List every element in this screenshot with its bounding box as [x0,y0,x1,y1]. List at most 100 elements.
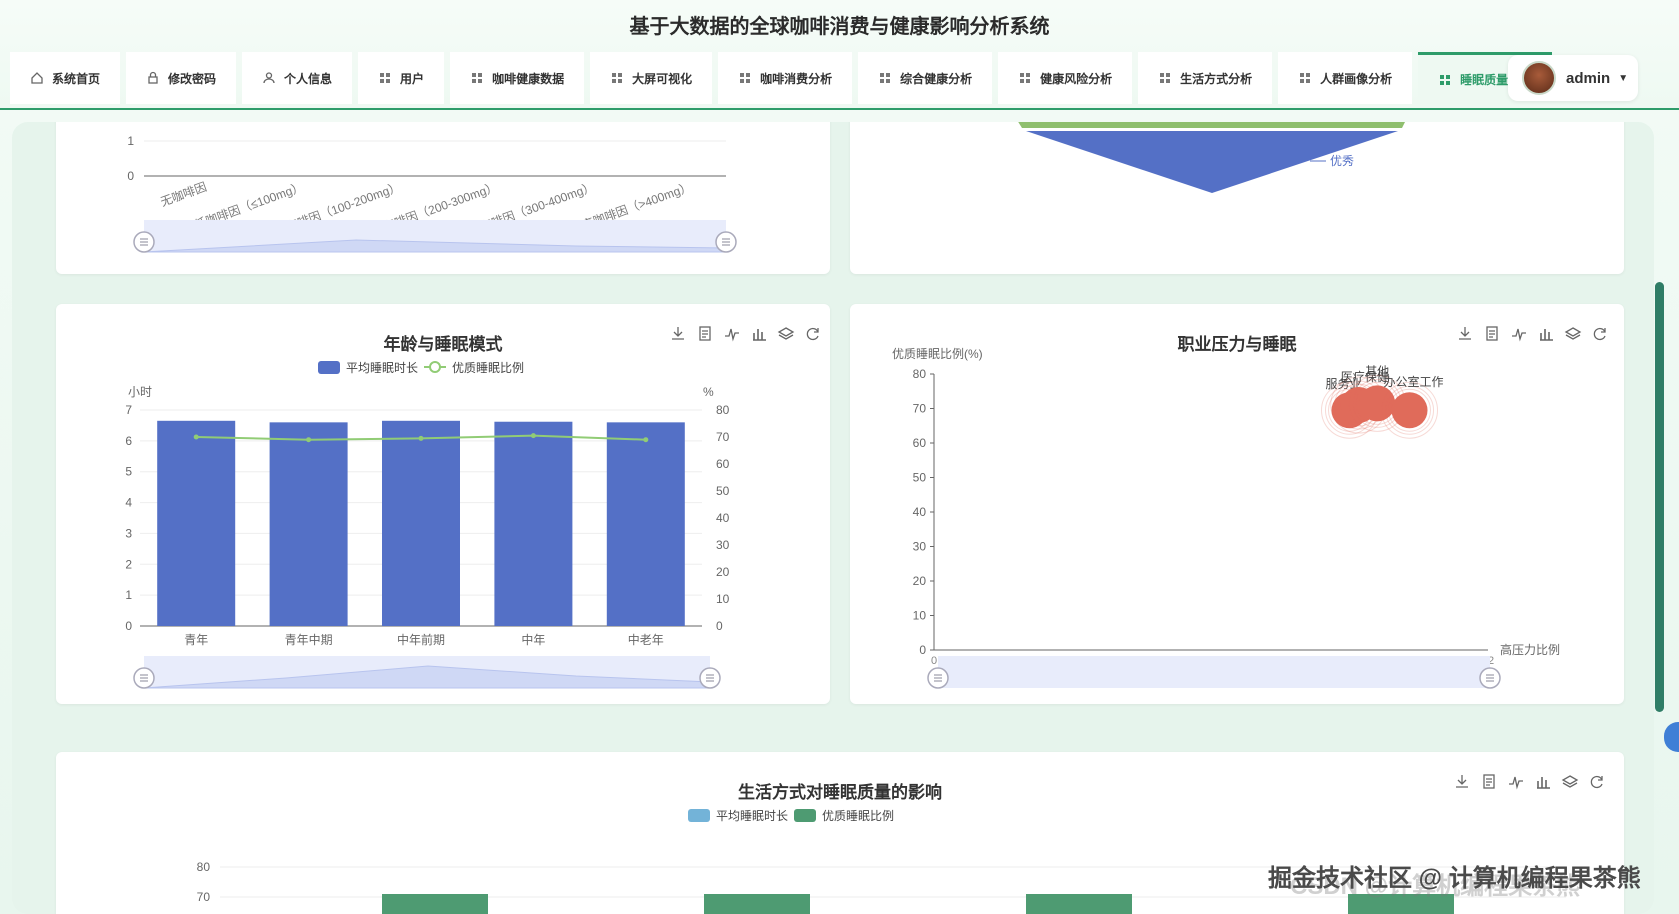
x-tick-label: 中年前期 [397,632,445,647]
x-tick-label: 青年中期 [285,632,333,647]
lifestyle-sleep-title: 生活方式对睡眠质量的影响 [738,783,942,802]
slider-handle-left[interactable] [133,231,155,253]
top-bar: 基于大数据的全球咖啡消费与健康影响分析系统 系统首页 修改密码 个人信息 用户 咖啡健康… [0,0,1679,110]
legend-label: 平均睡眠时长 [716,809,788,823]
grid-icon [880,73,891,83]
y-tick-label: 40 [913,505,927,519]
bar [157,420,236,626]
y-axis-title-left: 小时 [128,385,152,399]
funnel-chart: 优秀 [1018,122,1405,193]
slider-handle-right[interactable] [699,667,721,689]
lock-icon [148,71,158,84]
y-tick-label-right: 50 [716,484,730,498]
avatar [1522,61,1556,95]
x-tick-label: 0 [931,655,937,667]
download-icon[interactable] [1452,772,1479,792]
bar [269,422,348,626]
bar-switch-icon[interactable] [1536,324,1563,344]
y-tick-label-left: 3 [125,526,132,540]
y-tick-label: 70 [197,890,211,904]
datazoom-slider [938,656,1490,688]
tab-label: 用户 [400,71,425,86]
chart-toolbox [668,324,830,344]
stack-icon[interactable] [776,324,803,344]
tab-label: 咖啡消费分析 [760,71,833,86]
y-tick-label-right: 80 [716,403,730,417]
tab-3[interactable]: 用户 [358,52,445,104]
slider-handle-left[interactable] [133,667,155,689]
y-tick-label-right: 40 [716,511,730,525]
slider-handle-right[interactable] [715,231,737,253]
tab-5[interactable]: 大屏可视化 [590,52,713,104]
stack-icon[interactable] [1563,324,1590,344]
data-view-icon[interactable] [1479,772,1506,792]
tab-9[interactable]: 生活方式分析 [1138,52,1273,104]
y-tick-label-right: 0 [716,619,723,633]
tab-6[interactable]: 咖啡消费分析 [718,52,853,104]
bar [704,894,810,914]
occupation-stress-chart: 优质睡眠比例(%)高压力比例01020304050607080024681012… [892,347,1560,689]
tab-1[interactable]: 修改密码 [126,52,237,104]
bar [382,894,488,914]
funnel-label: 优秀 [1330,154,1354,168]
y-tick-label-right: 30 [716,538,730,552]
data-view-icon[interactable] [1482,324,1509,344]
line-switch-icon[interactable] [1506,772,1533,792]
chevron-down-icon: ▼ [1618,72,1629,84]
slider-handle-right[interactable] [1479,667,1501,689]
line-point [643,437,649,443]
x-tick-label: 青年 [184,633,208,647]
bar-switch-icon[interactable] [749,324,776,344]
scatter-point [1391,392,1428,429]
home-icon [31,72,43,84]
grid-icon [1160,73,1171,83]
y-tick-label-right: 20 [716,565,730,579]
bar [606,422,685,626]
y-tick-label-left: 1 [125,588,132,602]
legend-swatch [429,361,441,373]
tab-7[interactable]: 综合健康分析 [858,52,993,104]
caffeine-chart-card: 0 1 无咖啡因 低咖啡因（≤100mg） 中低咖啡因（100-200mg） 中等咖啡因（… [56,122,830,274]
page-scrollbar[interactable] [1655,282,1664,712]
line-switch-icon[interactable] [722,324,749,344]
tab-2[interactable]: 个人信息 [242,52,353,104]
stack-icon[interactable] [1560,772,1587,792]
tab-8[interactable]: 健康风险分析 [998,52,1133,104]
funnel-chart-card: 优秀 [850,122,1624,274]
download-icon[interactable] [668,324,695,344]
legend-swatch [794,809,816,822]
user-menu[interactable]: admin ▼ [1508,55,1638,101]
tab-label: 系统首页 [52,71,101,86]
tab-4[interactable]: 咖啡健康数据 [450,52,585,104]
restore-icon[interactable] [1587,772,1614,792]
y-axis-title-right: % [703,385,714,399]
age-sleep-chart: 平均睡眠时长 优质睡眠比例小时 %0123456701020304050607080… [125,361,730,689]
bar [1026,894,1132,914]
restore-icon[interactable] [803,324,830,344]
slider-handle-left[interactable] [927,667,949,689]
bar [494,421,573,626]
download-icon[interactable] [1455,324,1482,344]
tab-label: 修改密码 [168,71,217,86]
side-toggle[interactable] [1664,722,1679,752]
tab-0[interactable]: 系统首页 [10,52,121,104]
grid-icon [1020,73,1031,83]
y-tick-label-left: 0 [125,619,132,633]
watermark: 掘金技术社区 @ 计算机编程果茶熊 [1268,865,1641,892]
data-view-icon[interactable] [695,324,722,344]
y-tick-label-left: 7 [125,403,132,417]
y-tick-label: 70 [913,402,927,416]
grid-icon [380,73,391,83]
x-tick-label: 无咖啡因 [158,179,208,210]
user-name: admin [1566,69,1611,87]
y-tick-label: 10 [913,609,927,623]
tab-10[interactable]: 人群画像分析 [1278,52,1413,104]
bar-switch-icon[interactable] [1533,772,1560,792]
line-switch-icon[interactable] [1509,324,1536,344]
x-tick-label: 中老年 [628,632,664,647]
tab-label: 咖啡健康数据 [492,71,565,86]
line-point [306,437,312,443]
grid-icon [1300,73,1311,83]
y-tick-label: 30 [913,540,927,554]
restore-icon[interactable] [1590,324,1617,344]
